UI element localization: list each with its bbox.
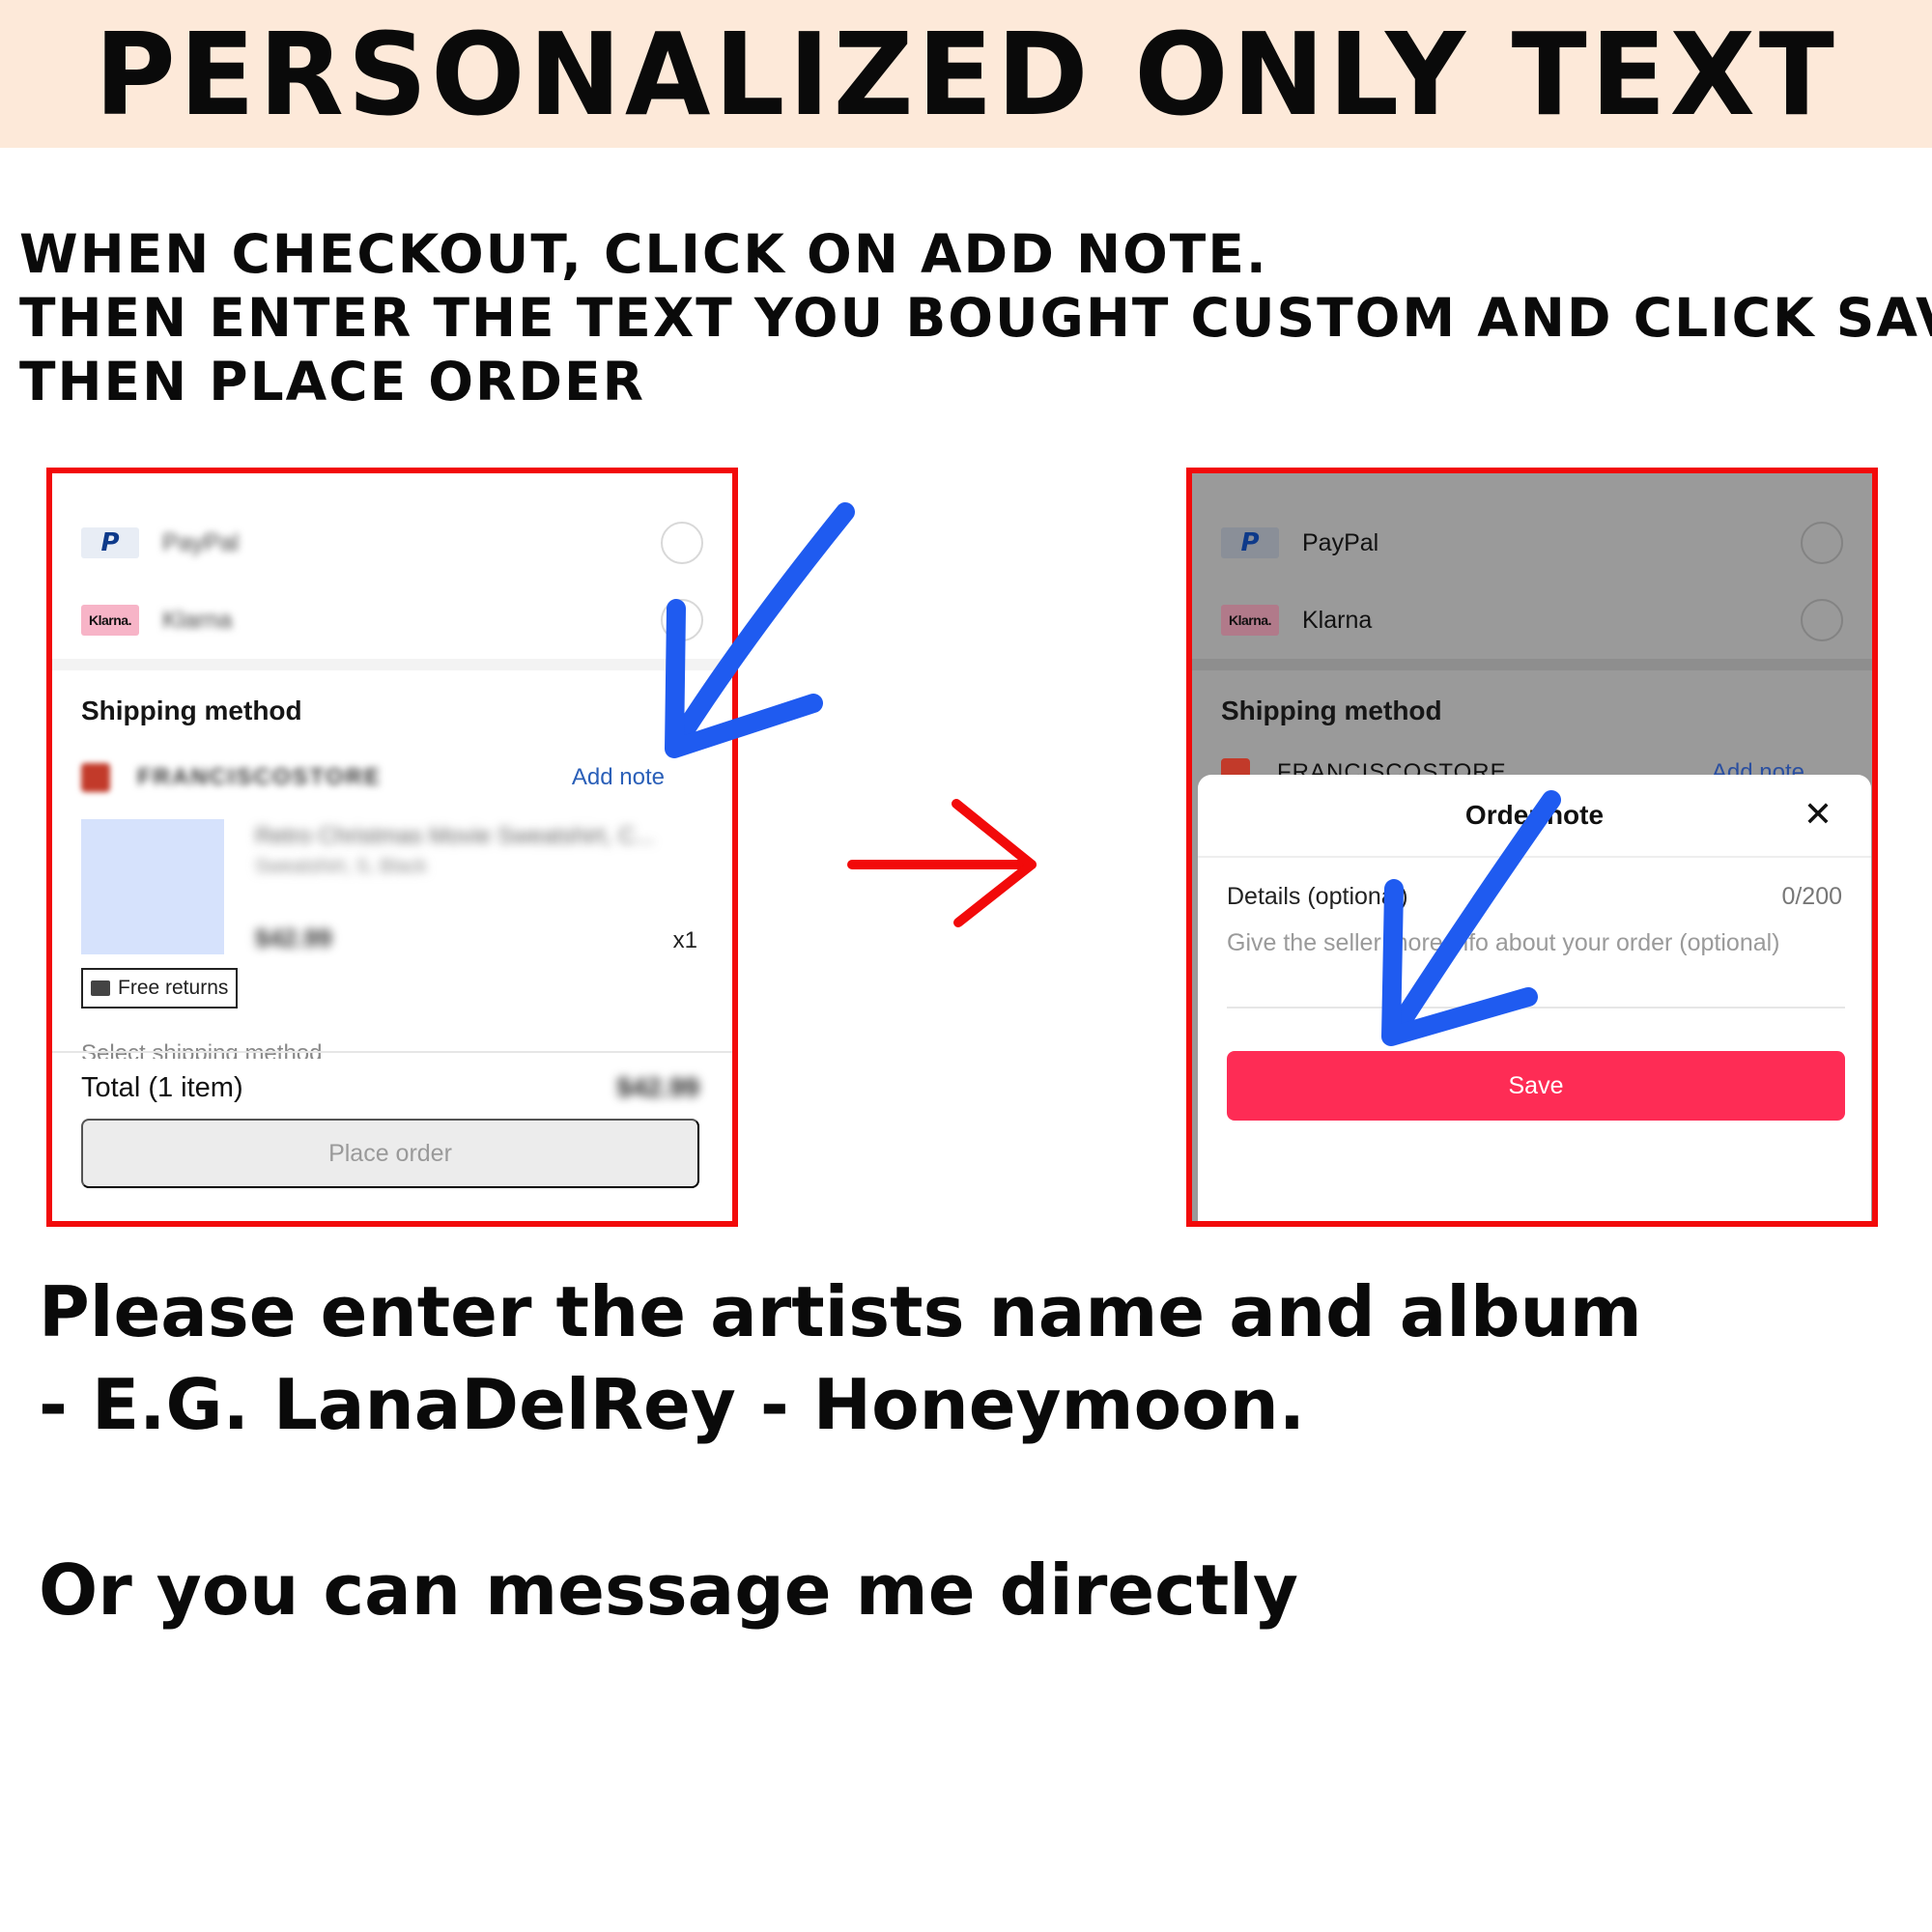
details-label: Details (optional) [1227, 883, 1408, 910]
section-divider [1192, 659, 1872, 670]
instruction-line-2: THEN ENTER THE TEXT YOU BOUGHT CUSTOM AN… [19, 287, 1932, 349]
note-line-1: Please enter the artists name and album [39, 1271, 1642, 1352]
shipping-method-title: Shipping method [81, 696, 302, 725]
product-thumbnail [81, 819, 224, 954]
payment-option-paypal: P PayPal [1221, 524, 1378, 562]
klarna-radio[interactable] [661, 599, 703, 641]
select-shipping-method[interactable]: Select shipping method [81, 1036, 323, 1059]
order-note-screenshot: P PayPal Klarna. Klarna Shipping method … [1186, 468, 1878, 1227]
header-banner: PERSONALIZED ONLY TEXT [0, 0, 1932, 148]
payment-option-klarna[interactable]: Klarna. Klarna [81, 601, 232, 639]
shipping-method-title: Shipping method [1221, 696, 1442, 725]
store-name: FRANCISCOSTORE [137, 764, 382, 790]
order-note-modal: Order note ✕ Details (optional) 0/200 Sa… [1198, 775, 1871, 1221]
payment-name: Klarna [162, 606, 233, 634]
checkout-screenshot: P PayPal Klarna. Klarna Shipping method … [46, 468, 738, 1227]
payment-name: PayPal [1302, 528, 1379, 556]
total-divider [52, 1051, 732, 1053]
instruction-line-3: THEN PLACE ORDER [19, 351, 645, 412]
modal-title: Order note [1464, 800, 1605, 830]
custom-text-note: Please enter the artists name and album … [39, 1265, 1893, 1636]
store-icon [81, 763, 110, 792]
character-counter: 0/200 [1781, 883, 1842, 910]
paypal-logo-icon: P [1221, 527, 1279, 558]
save-button[interactable]: Save [1227, 1051, 1845, 1121]
paypal-radio [1801, 522, 1843, 564]
free-returns-badge: Free returns [81, 968, 239, 1009]
instruction-line-1: WHEN CHECKOUT, CLICK ON ADD NOTE. [19, 223, 1268, 285]
payment-option-paypal[interactable]: P PayPal [81, 524, 239, 562]
product-quantity: x1 [672, 927, 697, 953]
paypal-logo-icon: P [81, 527, 139, 558]
note-line-3: Or you can message me directly [39, 1549, 1298, 1631]
product-variant: Sweatshirt, S, Black [255, 856, 427, 877]
paypal-radio[interactable] [661, 522, 703, 564]
modal-divider [1198, 856, 1871, 858]
instructions: WHEN CHECKOUT, CLICK ON ADD NOTE. THEN E… [19, 222, 1932, 413]
dimmed-background: P PayPal Klarna. Klarna Shipping method … [1192, 473, 1872, 1221]
banner-title: PERSONALIZED ONLY TEXT [94, 7, 1838, 141]
klarna-radio [1801, 599, 1843, 641]
payment-name: PayPal [162, 528, 240, 556]
place-order-button[interactable]: Place order [81, 1119, 699, 1188]
payment-option-klarna: Klarna. Klarna [1221, 601, 1372, 639]
klarna-logo-icon: Klarna. [1221, 605, 1279, 636]
returns-icon [91, 980, 110, 996]
store-row: FRANCISCOSTORE Add note [81, 758, 699, 797]
order-note-input[interactable] [1227, 929, 1845, 1009]
payment-name: Klarna [1302, 606, 1373, 634]
arrow-right-icon [847, 799, 1037, 927]
product-price: $42.99 [255, 923, 332, 952]
note-line-2: - E.G. LanaDelRey - Honeymoon. [39, 1364, 1306, 1445]
klarna-logo-icon: Klarna. [81, 605, 139, 636]
total-value: $42.99 [616, 1072, 699, 1102]
total-label: Total (1 item) [81, 1072, 243, 1103]
product-title: Retro Christmas Movie Sweatshirt, C... [255, 823, 655, 849]
section-divider [52, 659, 732, 670]
add-note-link[interactable]: Add note [572, 764, 665, 791]
close-icon[interactable]: ✕ [1804, 794, 1833, 835]
free-returns-label: Free returns [118, 977, 229, 999]
